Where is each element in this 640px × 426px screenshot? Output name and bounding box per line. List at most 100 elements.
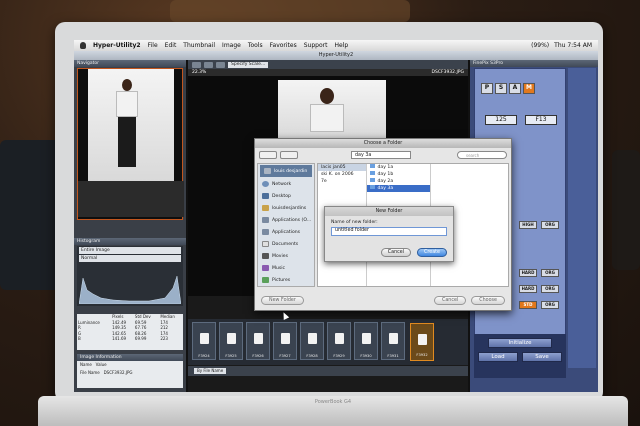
battery-status[interactable]: (99%) [531, 42, 549, 49]
sidebar-item-label: Network [272, 181, 292, 187]
sidebar-item-label: Documents [272, 241, 299, 247]
sidebar-item-home[interactable]: louisdesjardins [258, 202, 314, 214]
jpeg-file-icon [418, 334, 427, 345]
nav-person-shirt [116, 91, 138, 117]
device-right-bg [612, 150, 640, 270]
list-item[interactable]: day 1b [367, 171, 429, 178]
thumbnail[interactable]: F3929 [327, 322, 351, 360]
thumbnail[interactable]: F3925 [219, 322, 243, 360]
create-button[interactable]: Create [417, 248, 447, 257]
thumbnail-label: F3927 [279, 354, 291, 358]
menu-edit[interactable]: Edit [165, 42, 177, 49]
sharp-org-button[interactable]: ORG [541, 285, 559, 293]
cancel-button[interactable]: Cancel [434, 295, 467, 305]
stats-cell: 69.99 [134, 336, 147, 341]
thumbnail[interactable]: F3931 [381, 322, 405, 360]
load-button[interactable]: Load [478, 352, 518, 362]
thumbnail[interactable]: F3927 [273, 322, 297, 360]
folder-icon [370, 164, 376, 168]
scale-select[interactable]: Specify Scale... [228, 61, 269, 68]
folder-label: day 3a [377, 186, 394, 191]
list-item[interactable]: day 1a [367, 164, 429, 171]
list-item[interactable]: ski K. on 2006 [318, 171, 366, 178]
jpeg-file-icon [362, 333, 371, 344]
mode-s-button[interactable]: S [495, 83, 507, 94]
menu-favorites[interactable]: Favorites [270, 42, 297, 49]
initialize-button[interactable]: Initialize [488, 338, 552, 348]
image-filename: DSCF3932.JPG [431, 70, 464, 75]
sidebar-item-computer[interactable]: louis desjardin [260, 165, 312, 177]
sheet-title: New Folder [325, 207, 453, 216]
dialog-toolbar: day 3a search [255, 148, 511, 162]
mode-p-button[interactable]: P [481, 83, 493, 94]
list-item[interactable]: lacis jan05 [318, 164, 367, 171]
sidebar-item-movies[interactable]: Movies [258, 250, 314, 262]
sidebar-item-applications-os[interactable]: Applications (O... [258, 214, 314, 226]
info-value: DSCF3932.JPG [103, 370, 133, 375]
sidebar-item-music[interactable]: Music [258, 262, 314, 274]
thumbnail[interactable]: F3926 [246, 322, 270, 360]
thumbnail-label: F3930 [360, 354, 372, 358]
color-org-button[interactable]: ORG [541, 301, 559, 309]
view-grid-button[interactable] [216, 61, 225, 68]
list-item[interactable]: 7e [318, 178, 366, 185]
thumbnail-label: F3924 [198, 354, 210, 358]
search-input[interactable]: search [457, 151, 507, 159]
mode-m-button[interactable]: M [523, 83, 535, 94]
thumbnail-label: F3926 [252, 354, 264, 358]
laptop-base: PowerBook G4 [38, 396, 628, 426]
back-forward-icon[interactable] [259, 151, 277, 159]
main-person-shirt [310, 104, 344, 132]
tone-hard-button[interactable]: HARD [519, 269, 537, 277]
keyboard-left-bg [0, 140, 60, 290]
menu-thumbnail[interactable]: Thumbnail [183, 42, 215, 49]
sharp-hard-button[interactable]: HARD [519, 285, 537, 293]
quality-org-button[interactable]: ORG [541, 221, 559, 229]
new-folder-button[interactable]: New Folder [261, 295, 304, 305]
save-button[interactable]: Save [522, 352, 562, 362]
app-menu[interactable]: Hyper-Utility2 [93, 42, 141, 49]
location-popup[interactable]: day 3a [351, 151, 411, 159]
sidebar-item-label: Movies [272, 253, 288, 259]
main-person-head [320, 88, 334, 104]
clock[interactable]: Thu 7:54 AM [554, 42, 592, 49]
thumbnail-selected[interactable]: F3932 [410, 323, 434, 361]
tone-org-button[interactable]: ORG [541, 269, 559, 277]
sidebar-item-network[interactable]: Network [258, 178, 314, 190]
list-item[interactable]: day 2a [367, 178, 429, 185]
folder-name-input[interactable]: untitled folder [331, 227, 447, 236]
viewer-toolbar: Specify Scale... [188, 60, 468, 69]
quality-high-button[interactable]: HIGH [519, 221, 537, 229]
globe-icon [262, 181, 269, 187]
menu-file[interactable]: File [148, 42, 158, 49]
view-mode-icon[interactable] [280, 151, 298, 159]
shutter-speed-field[interactable]: 125 [485, 115, 517, 125]
sidebar-item-applications[interactable]: Applications [258, 226, 314, 238]
sheet-cancel-button[interactable]: Cancel [380, 248, 412, 257]
menu-image[interactable]: Image [222, 42, 241, 49]
folder-icon [370, 178, 376, 182]
choose-button[interactable]: Choose [471, 295, 505, 305]
hist-channel-select[interactable]: Entire Image [79, 247, 181, 254]
menu-support[interactable]: Support [304, 42, 328, 49]
sidebar-item-documents[interactable]: Documents [258, 238, 314, 250]
view-split-button[interactable] [204, 61, 213, 68]
thumbnail[interactable]: F3928 [300, 322, 324, 360]
laptop-screen: Hyper-Utility2 File Edit Thumbnail Image… [74, 40, 598, 392]
thumbnail[interactable]: F3924 [192, 322, 216, 360]
hist-mode-select[interactable]: Normal [79, 255, 181, 262]
thumbnail[interactable]: F3930 [354, 322, 378, 360]
jpeg-file-icon [200, 333, 209, 344]
mode-a-button[interactable]: A [509, 83, 521, 94]
sidebar-item-desktop[interactable]: Desktop [258, 190, 314, 202]
sidebar-item-pictures[interactable]: Pictures [258, 274, 314, 286]
menu-tools[interactable]: Tools [248, 42, 263, 49]
view-single-button[interactable] [192, 61, 201, 68]
aperture-field[interactable]: F13 [525, 115, 557, 125]
list-item-selected[interactable]: day 3a [367, 185, 430, 192]
menu-help[interactable]: Help [334, 42, 348, 49]
apple-icon[interactable] [80, 42, 86, 49]
color-std-button[interactable]: STD [519, 301, 537, 309]
navigator-preview[interactable] [77, 68, 184, 220]
thumb-sort-select[interactable]: By File Name [194, 368, 227, 374]
